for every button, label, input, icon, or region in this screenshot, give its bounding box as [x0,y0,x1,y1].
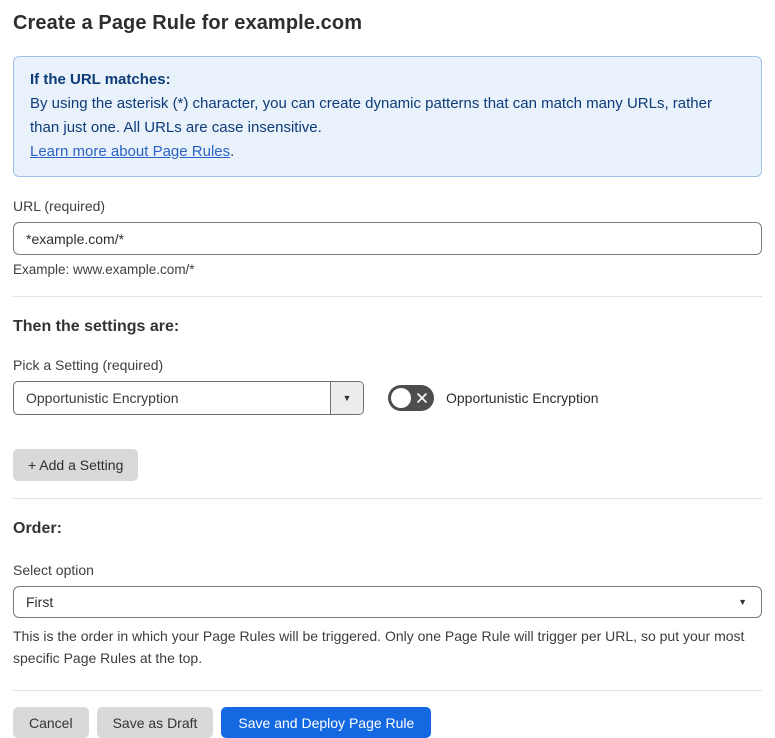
dropdown-arrow-button[interactable]: ▼ [330,382,363,414]
setting-row: Opportunistic Encryption ▼ Opportunistic… [13,381,762,415]
order-section-heading: Order: [13,520,62,537]
pick-setting-label: Pick a Setting (required) [13,357,164,373]
cancel-button[interactable]: Cancel [13,707,89,738]
opportunistic-encryption-toggle[interactable] [388,385,434,411]
settings-section-heading: Then the settings are: [13,318,180,335]
toggle-label: Opportunistic Encryption [446,390,599,406]
chevron-down-icon: ▼ [738,597,747,607]
toggle-off-x-icon [417,393,427,403]
info-box-link-line: Learn more about Page Rules. [30,140,745,164]
add-setting-button[interactable]: + Add a Setting [13,449,139,481]
divider [13,690,762,691]
url-input[interactable] [13,222,762,255]
save-as-draft-button[interactable]: Save as Draft [96,707,214,738]
save-and-deploy-button[interactable]: Save and Deploy Page Rule [221,707,432,738]
info-box-heading: If the URL matches: [30,71,171,88]
learn-more-link[interactable]: Learn more about Page Rules [30,143,230,160]
toggle-knob [391,388,411,408]
page-rule-form: Create a Page Rule for example.com If th… [0,0,775,738]
divider [13,296,762,297]
url-match-info-box: If the URL matches: By using the asteris… [13,56,762,177]
order-select-value: First [26,594,54,610]
url-example-helper: Example: www.example.com/* [13,262,195,277]
toggle-group: Opportunistic Encryption [388,385,599,411]
setting-dropdown[interactable]: Opportunistic Encryption ▼ [13,381,364,415]
divider [13,498,762,499]
order-select-label: Select option [13,562,94,578]
chevron-down-icon: ▼ [342,393,352,403]
order-helper-text: This is the order in which your Page Rul… [13,628,745,666]
order-select[interactable]: First ▼ [13,586,762,618]
page-title: Create a Page Rule for example.com [13,12,363,34]
action-buttons-row: Cancel Save as Draft Save and Deploy Pag… [13,707,762,738]
url-field-label: URL (required) [13,198,106,214]
info-box-body: By using the asterisk (*) character, you… [30,95,712,136]
link-period: . [230,143,235,160]
setting-dropdown-value: Opportunistic Encryption [26,390,179,406]
